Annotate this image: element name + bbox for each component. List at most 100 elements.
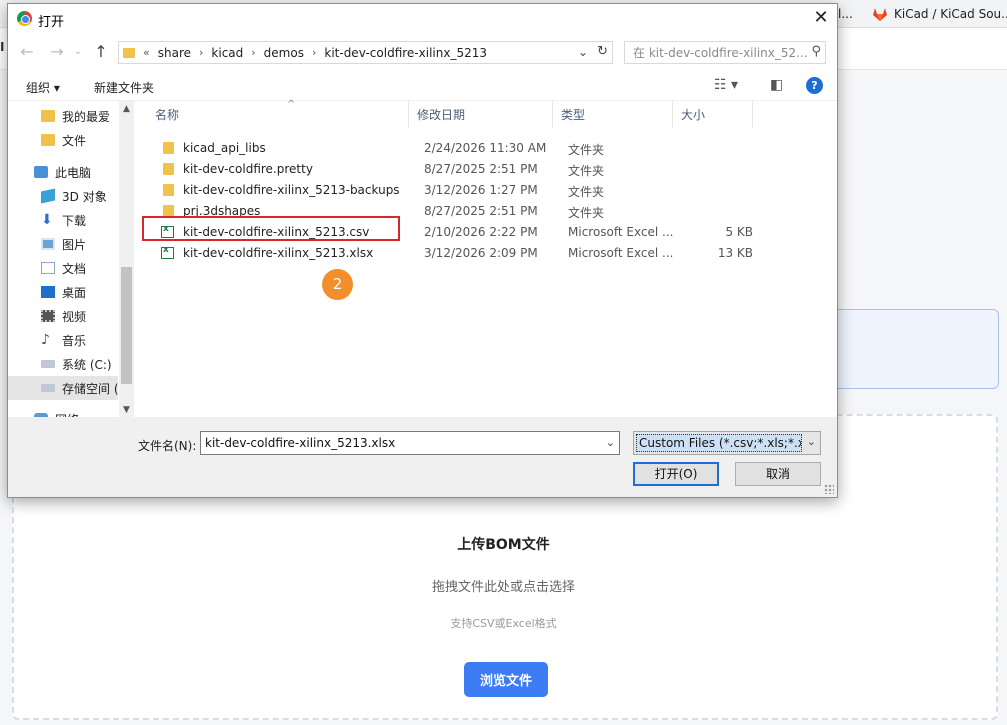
upload-support-text: 支持CSV或Excel格式 [450, 617, 557, 630]
nav-item-network[interactable]: 网络 [8, 407, 118, 417]
folder-icon [163, 184, 174, 196]
up-arrow-icon[interactable]: ↑ [90, 41, 112, 63]
file-row[interactable]: kit-dev-coldfire.pretty 8/27/2025 2:51 P… [143, 159, 833, 180]
pictures-icon [41, 238, 55, 250]
scrollbar-thumb[interactable] [121, 267, 132, 384]
breadcrumb-current-folder[interactable]: kit-dev-coldfire-xilinx_5213 [324, 46, 487, 60]
folder-icon [123, 47, 135, 58]
nav-item-label: 下载 [62, 213, 87, 228]
nav-item-label: 存储空间 ( [62, 381, 119, 396]
dialog-titlebar[interactable]: 打开 ✕ [8, 4, 837, 33]
browser-tab-1-label: l... [838, 7, 853, 21]
breadcrumb-separator-icon[interactable]: › [251, 46, 255, 59]
back-arrow-icon[interactable]: ← [16, 41, 38, 63]
dialog-toolbar: 组织 ▾ 新建文件夹 ☷ ▾ ◧ ? [8, 71, 837, 101]
file-type-filter[interactable]: Custom Files (*.csv;*.xls;*.xlsx ⌄ [633, 431, 821, 455]
info-alert [838, 309, 999, 389]
file-name: kit-dev-coldfire-xilinx_5213-backups [183, 183, 400, 197]
file-date: 2/24/2026 11:30 AM [424, 141, 547, 155]
cancel-button[interactable]: 取消 [735, 462, 821, 486]
refresh-icon[interactable]: ↻ [597, 44, 608, 59]
nav-item-music[interactable]: ♪ 音乐 [8, 328, 118, 352]
music-icon: ♪ [41, 332, 50, 348]
column-header-size[interactable]: 大小 [673, 101, 753, 127]
navigation-row: ← → ⌄ ↑ « share › kicad › demos › kit-de… [8, 37, 837, 67]
breadcrumb-overflow[interactable]: « [143, 46, 150, 59]
excel-file-icon [161, 245, 174, 259]
nav-item-label: 音乐 [62, 333, 87, 348]
file-date: 2/10/2026 2:22 PM [424, 225, 538, 239]
column-header-type[interactable]: 类型 [553, 101, 673, 127]
nav-item-favorites[interactable]: 我的最爱 [8, 104, 118, 128]
column-header-name[interactable]: 名称 ^ [147, 99, 409, 127]
file-type: 文件夹 [568, 164, 605, 178]
column-header-date[interactable]: 修改日期 [409, 101, 553, 127]
breadcrumb-share[interactable]: share [158, 46, 191, 60]
scroll-up-icon[interactable]: ▲ [119, 104, 134, 114]
file-type: 文件夹 [568, 143, 605, 157]
recent-chevron-icon[interactable]: ⌄ [71, 41, 85, 63]
resize-grip-icon[interactable] [824, 484, 834, 494]
filename-input[interactable]: kit-dev-coldfire-xilinx_5213.xlsx ⌄ [200, 431, 620, 455]
search-icon: ⚲ [811, 44, 821, 59]
navigation-scrollbar[interactable]: ▲ ▼ [119, 101, 134, 417]
nav-item-label: 桌面 [62, 285, 87, 300]
column-header-type-label: 类型 [561, 107, 586, 122]
breadcrumb-separator-icon[interactable]: › [312, 46, 316, 59]
file-row[interactable]: kit-dev-coldfire-xilinx_5213-backups 3/1… [143, 180, 833, 201]
nav-item-videos[interactable]: 视频 [8, 304, 118, 328]
preview-pane-icon[interactable]: ◧ [770, 77, 783, 93]
file-type: 文件夹 [568, 185, 605, 199]
nav-item-documents[interactable]: 文档 [8, 256, 118, 280]
file-name: kit-dev-coldfire-xilinx_5213.xlsx [183, 246, 374, 260]
file-row-xlsx[interactable]: kit-dev-coldfire-xilinx_5213.xlsx 3/12/2… [143, 243, 833, 264]
nav-item-label: 文件 [62, 133, 87, 148]
breadcrumb-kicad[interactable]: kicad [211, 46, 243, 60]
nav-item-3d-objects[interactable]: 3D 对象 [8, 184, 118, 208]
forward-arrow-icon[interactable]: → [46, 41, 68, 63]
nav-item-label: 系统 (C:) [62, 357, 112, 372]
highlight-box [142, 216, 400, 241]
nav-item-files[interactable]: 文件 [8, 128, 118, 152]
nav-item-this-pc[interactable]: 此电脑 [8, 160, 118, 184]
filename-dropdown-icon[interactable]: ⌄ [606, 432, 615, 454]
search-input[interactable]: 在 kit-dev-coldfire-xilinx_52... ⚲ [624, 41, 826, 64]
sort-ascending-icon: ^ [287, 99, 296, 110]
nav-item-downloads[interactable]: ⬇ 下载 [8, 208, 118, 232]
file-row[interactable]: kicad_api_libs 2/24/2026 11:30 AM 文件夹 [143, 138, 833, 159]
download-icon: ⬇ [41, 212, 53, 228]
breadcrumb-demos[interactable]: demos [264, 46, 304, 60]
file-date: 3/12/2026 2:09 PM [424, 246, 538, 260]
filename-value: kit-dev-coldfire-xilinx_5213.xlsx [205, 436, 396, 450]
upload-hint: 拖拽文件此处或点击选择 [431, 580, 575, 595]
browser-tab-kicad[interactable]: KiCad / KiCad Sou... [872, 0, 1007, 28]
chevron-down-icon[interactable]: ⌄ [807, 435, 816, 448]
nav-item-label: 文档 [62, 261, 87, 276]
search-placeholder: 在 kit-dev-coldfire-xilinx_52... [633, 46, 808, 60]
nav-item-system-drive[interactable]: 系统 (C:) [8, 352, 118, 376]
address-dropdown-icon[interactable]: ⌄ [578, 45, 588, 59]
file-type: 文件夹 [568, 206, 605, 220]
browser-tab-1[interactable]: l... [838, 0, 853, 28]
open-button[interactable]: 打开(O) [633, 462, 719, 486]
breadcrumb-separator-icon[interactable]: › [199, 46, 203, 59]
nav-item-storage-space[interactable]: 存储空间 ( [8, 376, 119, 400]
scroll-down-icon[interactable]: ▼ [119, 405, 134, 415]
gitlab-icon [873, 8, 887, 21]
browse-files-button[interactable]: 浏览文件 [464, 662, 548, 697]
folder-icon [163, 142, 174, 154]
nav-item-pictures[interactable]: 图片 [8, 232, 118, 256]
nav-item-desktop[interactable]: 桌面 [8, 280, 118, 304]
new-folder-button[interactable]: 新建文件夹 [94, 79, 154, 96]
browser-tab-kicad-label: KiCad / KiCad Sou... [894, 7, 1007, 21]
view-options-icon[interactable]: ☷ ▾ [714, 77, 738, 93]
organize-menu[interactable]: 组织 ▾ [26, 79, 60, 96]
dialog-bottom-panel: 文件名(N): kit-dev-coldfire-xilinx_5213.xls… [8, 417, 837, 497]
dialog-title: 打开 [38, 15, 65, 30]
help-icon[interactable]: ? [806, 77, 823, 94]
close-icon[interactable]: ✕ [811, 7, 831, 29]
documents-icon [41, 262, 55, 274]
chrome-icon [17, 11, 32, 26]
address-bar[interactable]: « share › kicad › demos › kit-dev-coldfi… [118, 41, 613, 64]
3d-objects-icon [41, 188, 55, 204]
